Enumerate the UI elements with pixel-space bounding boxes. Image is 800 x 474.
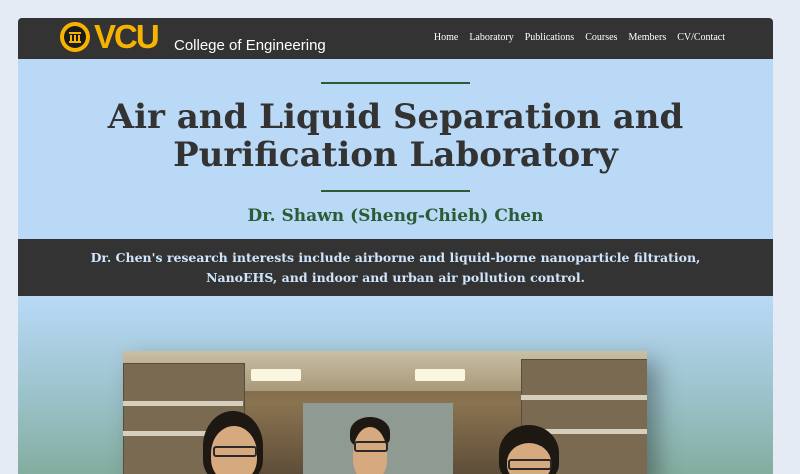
page-title-line-1: Air and Liquid Separation and	[107, 97, 684, 137]
page-title-line-2: Purification Laboratory	[173, 135, 618, 175]
research-interests-text: Dr. Chen's research interests include ai…	[18, 248, 773, 288]
nav-members[interactable]: Members	[628, 31, 666, 45]
nav-laboratory[interactable]: Laboratory	[469, 31, 513, 45]
nav-cv-contact[interactable]: CV/Contact	[677, 31, 725, 45]
research-interests-line-1: Dr. Chen's research interests include ai…	[90, 250, 701, 265]
nav-courses[interactable]: Courses	[585, 31, 617, 45]
nav-publications[interactable]: Publications	[525, 31, 574, 45]
hero-divider-top	[321, 82, 470, 84]
logo-wordmark[interactable]: VCU	[94, 19, 160, 55]
lab-group-photo	[123, 351, 647, 474]
browser-page: VCU College of Engineering Home Laborato…	[18, 18, 773, 474]
navbar: VCU College of Engineering Home Laborato…	[18, 18, 773, 59]
vcu-seal-icon[interactable]	[60, 22, 90, 52]
logo-subtitle[interactable]: College of Engineering	[174, 36, 326, 56]
hero-divider-bottom	[321, 190, 470, 192]
main-nav: Home Laboratory Publications Courses Mem…	[434, 31, 725, 45]
research-interests-line-2: NanoEHS, and indoor and urban air pollut…	[206, 270, 585, 285]
lab-director-name: Dr. Shawn (Sheng-Chieh) Chen	[247, 206, 544, 226]
nav-home[interactable]: Home	[434, 31, 458, 45]
research-interests-band: Dr. Chen's research interests include ai…	[18, 239, 773, 296]
page-title: Air and Liquid Separation and Purificati…	[18, 98, 773, 174]
photo-section	[18, 296, 773, 474]
